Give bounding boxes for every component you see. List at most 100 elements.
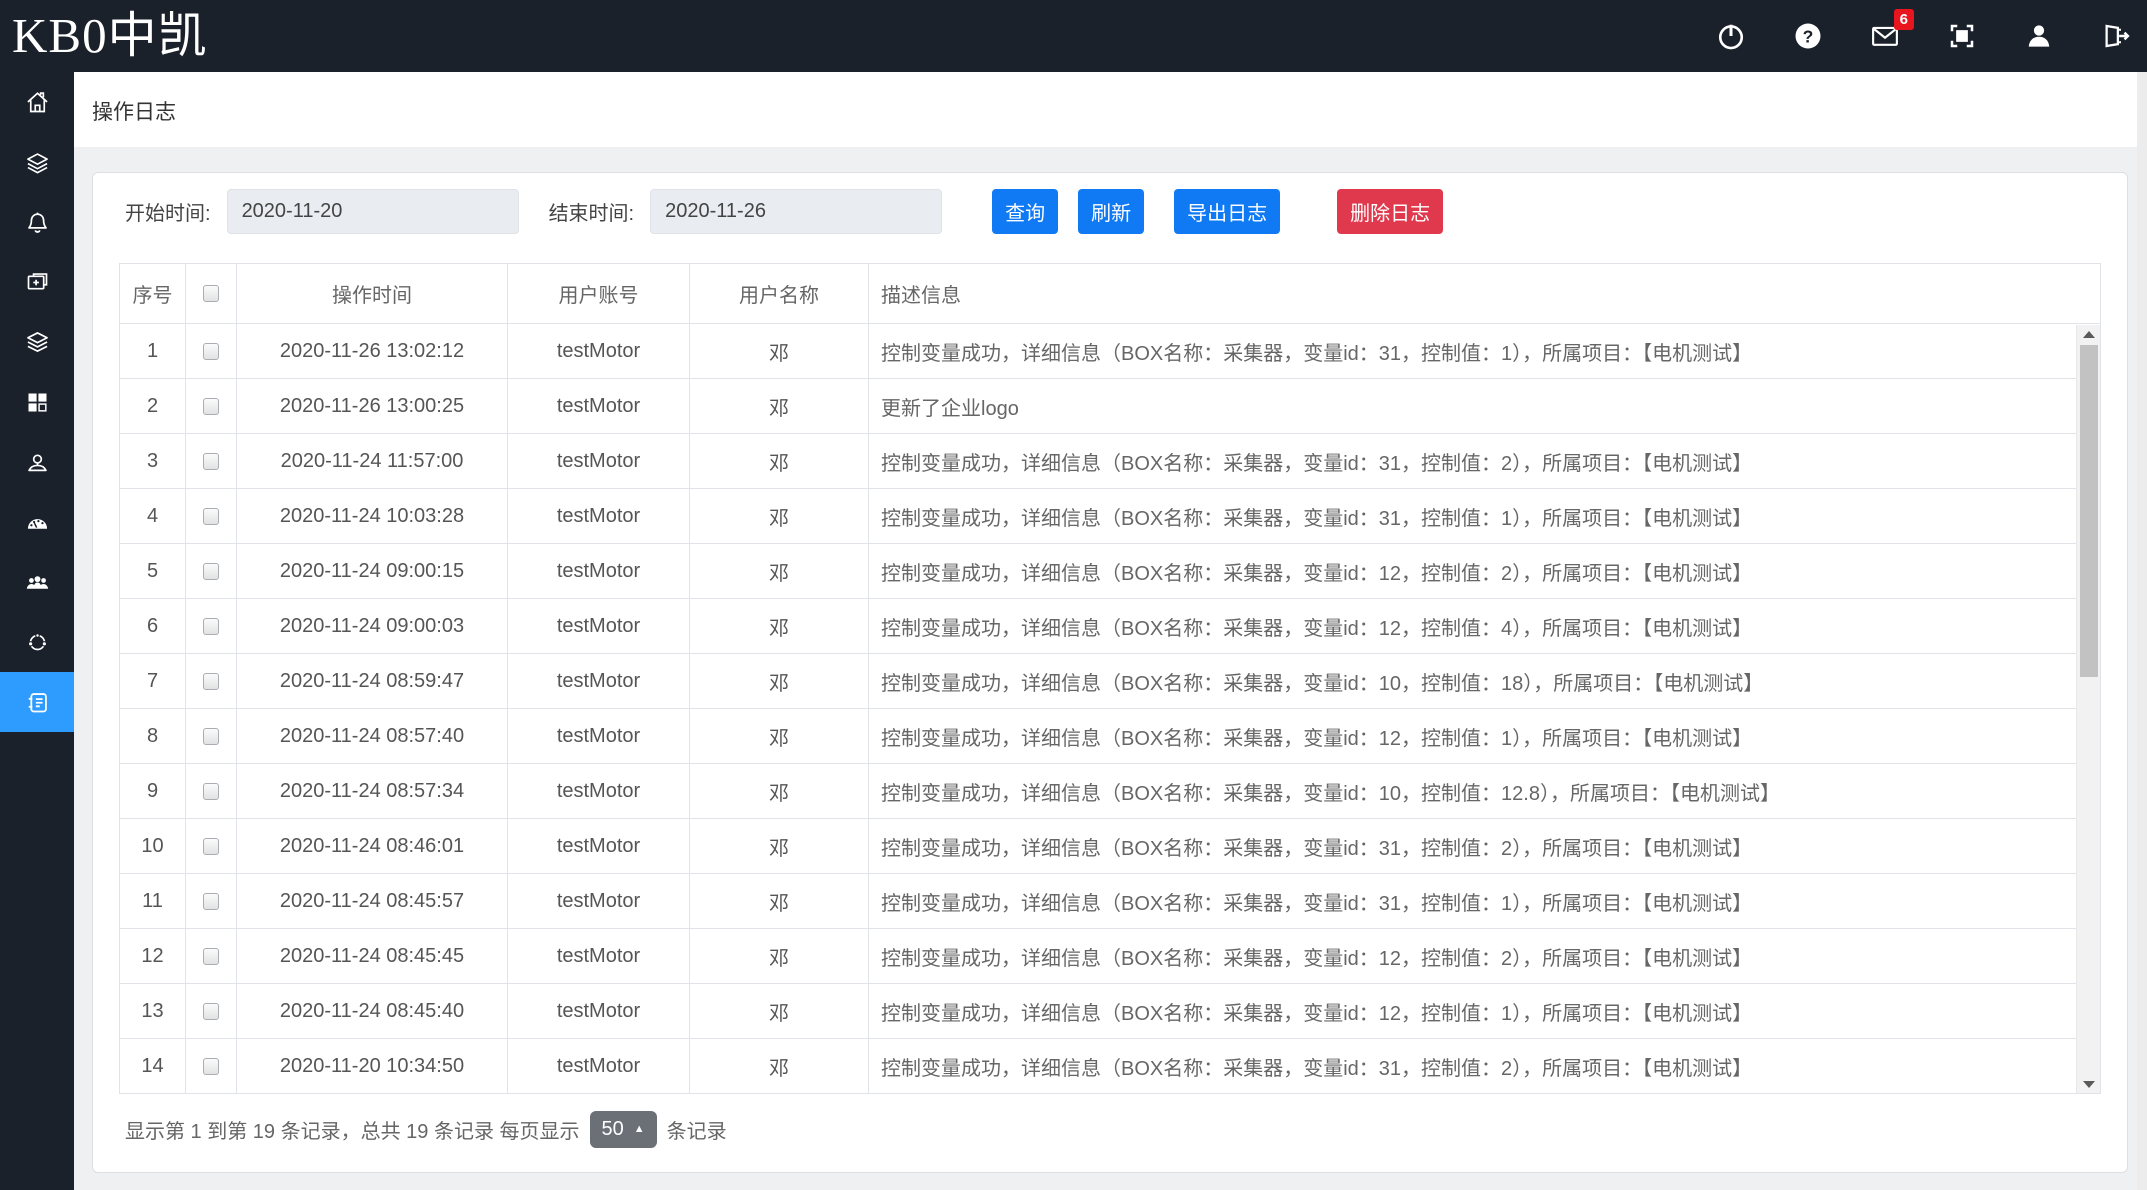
sidebar-item-alarms[interactable] — [0, 192, 74, 252]
sidebar-item-network[interactable] — [0, 612, 74, 672]
row-checkbox[interactable] — [203, 728, 219, 745]
scrollbar-up-arrow[interactable] — [2077, 325, 2101, 343]
row-operation-time: 2020-11-24 08:46:01 — [237, 819, 508, 874]
sidebar-item-users[interactable] — [0, 552, 74, 612]
power-icon[interactable] — [1716, 21, 1746, 51]
fullscreen-icon[interactable] — [1947, 21, 1977, 51]
row-user-name: 邓 — [690, 544, 869, 599]
page-title: 操作日志 — [92, 96, 2147, 126]
row-description: 控制变量成功，详细信息（BOX名称：采集器，变量id：10，控制值：18），所属… — [869, 654, 2101, 709]
row-user-name: 邓 — [690, 874, 869, 929]
row-checkbox-cell — [186, 544, 237, 599]
table-row: 4 2020-11-24 10:03:28 testMotor 邓 控制变量成功… — [120, 489, 2101, 544]
log-icon — [24, 689, 51, 716]
log-panel: 开始时间: 结束时间: 查询 刷新 导出日志 删除日志 序号 — [92, 172, 2128, 1173]
help-icon[interactable]: ? — [1793, 21, 1823, 51]
row-checkbox[interactable] — [203, 398, 219, 415]
header-description: 描述信息 — [869, 264, 2101, 324]
navbar-actions: ? 6 — [1716, 21, 2147, 51]
row-index: 10 — [120, 819, 186, 874]
table-row: 11 2020-11-24 08:45:57 testMotor 邓 控制变量成… — [120, 874, 2101, 929]
row-user-name: 邓 — [690, 1039, 869, 1094]
row-user-account: testMotor — [508, 1039, 690, 1094]
row-checkbox[interactable] — [203, 783, 219, 800]
svg-text:?: ? — [1803, 26, 1814, 46]
sidebar-item-dashboard[interactable] — [0, 492, 74, 552]
row-checkbox[interactable] — [203, 508, 219, 525]
row-checkbox-cell — [186, 1039, 237, 1094]
row-operation-time: 2020-11-20 10:34:50 — [237, 1039, 508, 1094]
row-description: 控制变量成功，详细信息（BOX名称：采集器，变量id：31，控制值：2），所属项… — [869, 1039, 2101, 1094]
row-operation-time: 2020-11-24 08:45:57 — [237, 874, 508, 929]
table-row: 12 2020-11-24 08:45:45 testMotor 邓 控制变量成… — [120, 929, 2101, 984]
grid-icon — [24, 389, 51, 416]
row-description: 控制变量成功，详细信息（BOX名称：采集器，变量id：31，控制值：2），所属项… — [869, 434, 2101, 489]
row-description: 控制变量成功，详细信息（BOX名称：采集器，变量id：12，控制值：2），所属项… — [869, 929, 2101, 984]
header-username: 用户名称 — [690, 264, 869, 324]
row-checkbox[interactable] — [203, 948, 219, 965]
row-checkbox[interactable] — [203, 1058, 219, 1075]
row-checkbox[interactable] — [203, 453, 219, 470]
row-user-account: testMotor — [508, 599, 690, 654]
page-size-select[interactable]: 50 ▲ — [590, 1111, 657, 1148]
sidebar-item-apps[interactable] — [0, 372, 74, 432]
row-checkbox-cell — [186, 709, 237, 764]
row-index: 2 — [120, 379, 186, 434]
sidebar-item-devices[interactable] — [0, 312, 74, 372]
delete-log-button[interactable]: 删除日志 — [1337, 189, 1443, 234]
row-index: 1 — [120, 324, 186, 379]
row-checkbox[interactable] — [203, 893, 219, 910]
header-account: 用户账号 — [508, 264, 690, 324]
top-navbar: KB0中凯 ? 6 — [0, 0, 2147, 72]
window-scrollbar[interactable] — [2137, 72, 2147, 1190]
row-checkbox[interactable] — [203, 673, 219, 690]
select-all-checkbox[interactable] — [203, 285, 219, 302]
sidebar-item-projects[interactable] — [0, 252, 74, 312]
row-checkbox-cell — [186, 764, 237, 819]
row-checkbox[interactable] — [203, 838, 219, 855]
row-user-name: 邓 — [690, 599, 869, 654]
row-user-name: 邓 — [690, 984, 869, 1039]
row-index: 3 — [120, 434, 186, 489]
row-checkbox-cell — [186, 599, 237, 654]
row-user-account: testMotor — [508, 984, 690, 1039]
row-operation-time: 2020-11-26 13:02:12 — [237, 324, 508, 379]
row-description: 控制变量成功，详细信息（BOX名称：采集器，变量id：31，控制值：1），所属项… — [869, 874, 2101, 929]
row-checkbox[interactable] — [203, 618, 219, 635]
sidebar-item-home[interactable] — [0, 72, 74, 132]
table-row: 10 2020-11-24 08:46:01 testMotor 邓 控制变量成… — [120, 819, 2101, 874]
row-checkbox-cell — [186, 434, 237, 489]
row-checkbox[interactable] — [203, 563, 219, 580]
end-date-input[interactable] — [650, 189, 942, 234]
scrollbar-down-arrow[interactable] — [2077, 1075, 2101, 1093]
start-date-input[interactable] — [227, 189, 519, 234]
table-scrollbar[interactable] — [2076, 325, 2100, 1093]
user-icon[interactable] — [2024, 21, 2054, 51]
row-description: 控制变量成功，详细信息（BOX名称：采集器，变量id：31，控制值：2），所属项… — [869, 819, 2101, 874]
dashboard-icon — [24, 509, 51, 536]
scrollbar-thumb[interactable] — [2080, 345, 2098, 677]
logout-icon[interactable] — [2101, 21, 2131, 51]
mail-badge: 6 — [1894, 9, 1914, 30]
export-log-button[interactable]: 导出日志 — [1174, 189, 1280, 234]
sidebar-item-layers[interactable] — [0, 132, 74, 192]
row-checkbox[interactable] — [203, 343, 219, 360]
refresh-button[interactable]: 刷新 — [1078, 189, 1144, 234]
row-user-account: testMotor — [508, 819, 690, 874]
log-table-container: 序号 操作时间 用户账号 用户名称 描述信息 1 2020-11-26 13:0… — [119, 263, 2101, 1094]
query-button[interactable]: 查询 — [992, 189, 1058, 234]
row-checkbox-cell — [186, 489, 237, 544]
row-checkbox-cell — [186, 379, 237, 434]
row-description: 控制变量成功，详细信息（BOX名称：采集器，变量id：31，控制值：1），所属项… — [869, 324, 2101, 379]
sidebar-item-operation-log[interactable] — [0, 672, 74, 732]
mail-icon[interactable]: 6 — [1870, 21, 1900, 51]
row-checkbox[interactable] — [203, 1003, 219, 1020]
row-index: 8 — [120, 709, 186, 764]
row-description: 控制变量成功，详细信息（BOX名称：采集器，变量id：12，控制值：4），所属项… — [869, 599, 2101, 654]
row-description: 控制变量成功，详细信息（BOX名称：采集器，变量id：12，控制值：1），所属项… — [869, 984, 2101, 1039]
row-user-account: testMotor — [508, 709, 690, 764]
row-index: 12 — [120, 929, 186, 984]
sidebar-item-account[interactable] — [0, 432, 74, 492]
stack-icon — [24, 329, 51, 356]
row-checkbox-cell — [186, 324, 237, 379]
